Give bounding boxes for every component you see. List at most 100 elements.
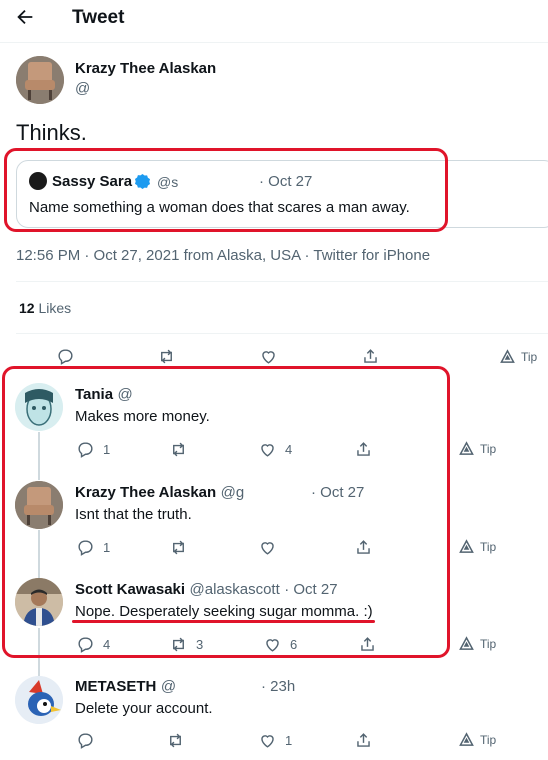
quoted-avatar	[29, 172, 47, 190]
reply-icon	[58, 349, 73, 365]
reply-text: Isnt that the truth.	[75, 506, 192, 523]
chair-photo	[16, 56, 64, 104]
tip-label: Tip	[480, 636, 497, 651]
arrow-left-icon	[17, 9, 33, 25]
share-icon	[357, 540, 370, 554]
reply-icon	[78, 637, 93, 653]
retweet-icon	[161, 349, 172, 364]
tweet-timestamp: 12:56 PM · Oct 27, 2021 from Alaska, USA…	[16, 247, 431, 264]
tip-label: Tip	[480, 539, 497, 554]
heart-icon	[261, 735, 274, 748]
reply-text: Delete your account.	[75, 700, 213, 717]
reply-count: 1	[103, 442, 111, 457]
like-button[interactable]	[258, 538, 285, 557]
quoted-author-handle: @s	[157, 174, 179, 190]
back-button[interactable]	[14, 6, 38, 30]
heart-icon	[261, 542, 274, 555]
tip-label: Tip	[521, 349, 538, 364]
tip-button[interactable]: Tip	[459, 539, 496, 554]
tip-label: Tip	[480, 441, 497, 456]
reply-date[interactable]: · 23h	[261, 678, 295, 695]
reply-button[interactable]: 1	[76, 440, 110, 459]
like-button[interactable]: 1	[258, 731, 292, 750]
quoted-text: Name something a woman does that scares …	[29, 199, 410, 216]
quoted-tweet[interactable]	[16, 160, 548, 228]
like-button[interactable]	[259, 347, 278, 366]
retweet-button[interactable]	[169, 440, 196, 459]
tip-label: Tip	[480, 732, 497, 747]
retweet-icon	[170, 733, 181, 748]
reply-icon	[78, 442, 93, 458]
reply-button[interactable]: 4	[76, 635, 110, 654]
share-icon	[361, 637, 374, 651]
share-button[interactable]	[354, 440, 373, 459]
reply-date[interactable]: · Oct 27	[284, 581, 337, 598]
like-button[interactable]: 4	[258, 440, 292, 459]
retweet-icon	[173, 442, 184, 457]
reply-date[interactable]: · Oct 27	[311, 484, 364, 501]
share-button[interactable]	[354, 731, 373, 750]
avatar[interactable]	[15, 578, 63, 626]
chair-photo	[15, 481, 63, 529]
reply-text: Makes more money.	[75, 408, 210, 425]
quoted-author-name: Sassy Sara	[52, 173, 133, 190]
retweet-icon	[173, 540, 184, 555]
likes-count: 12	[19, 300, 35, 316]
reply-header: Tania @	[75, 386, 133, 404]
quoted-date: · Oct 27	[259, 173, 313, 190]
tip-button[interactable]: Tip	[459, 441, 496, 456]
red-underline	[72, 620, 375, 623]
reply-count: 1	[103, 540, 111, 555]
tip-icon	[459, 539, 474, 553]
reply-author-name[interactable]: Krazy Thee Alaskan	[75, 484, 216, 501]
portrait-drawing	[15, 383, 63, 431]
reply-author-handle[interactable]: @g	[221, 484, 245, 501]
like-button[interactable]: 6	[263, 635, 297, 654]
reply-author-handle[interactable]: @	[118, 386, 133, 403]
reply-author-name[interactable]: Scott Kawasaki	[75, 581, 185, 598]
reply-text: Nope. Desperately seeking sugar momma. :…	[75, 603, 373, 620]
reply-author-name[interactable]: METASETH	[75, 678, 156, 695]
reply-button[interactable]	[56, 347, 75, 366]
like-count: 4	[285, 442, 293, 457]
share-button[interactable]	[354, 538, 373, 557]
tip-button[interactable]: Tip	[500, 349, 537, 364]
like-count: 1	[285, 733, 293, 748]
heart-icon	[261, 444, 274, 457]
reply-count: 4	[103, 637, 111, 652]
reply-button[interactable]: 1	[76, 538, 110, 557]
tip-button[interactable]: Tip	[459, 636, 496, 651]
author-handle[interactable]: @	[75, 80, 90, 97]
avatar[interactable]	[16, 56, 64, 104]
avatar[interactable]	[15, 481, 63, 529]
tip-icon	[459, 441, 474, 455]
retweet-button[interactable]	[157, 347, 176, 366]
reply-header: Scott Kawasaki @alaskascott · Oct 27	[75, 581, 338, 599]
reply-header: METASETH @	[75, 678, 176, 696]
tweet-text: Thinks.	[16, 120, 87, 145]
reply-header: Krazy Thee Alaskan @g	[75, 484, 244, 502]
retweet-button[interactable]	[169, 538, 196, 557]
avatar[interactable]	[15, 676, 63, 724]
verified-badge-icon	[134, 173, 151, 190]
retweet-button[interactable]: 3	[169, 635, 203, 654]
retweet-button[interactable]	[166, 731, 193, 750]
avatar[interactable]	[15, 383, 63, 431]
share-icon	[357, 442, 370, 456]
tip-icon	[459, 732, 474, 746]
tip-button[interactable]: Tip	[459, 732, 496, 747]
page-title: Tweet	[72, 7, 125, 28]
reply-button[interactable]	[76, 731, 103, 750]
cartoon-bird-avatar	[15, 676, 63, 724]
retweet-icon	[173, 637, 184, 652]
reply-author-handle[interactable]: @	[161, 678, 176, 695]
share-icon	[364, 349, 377, 363]
reply-author-handle[interactable]: @alaskascott	[190, 581, 280, 598]
reply-author-name[interactable]: Tania	[75, 386, 113, 403]
tip-icon	[500, 349, 515, 363]
share-button[interactable]	[358, 635, 377, 654]
retweet-count: 3	[196, 637, 204, 652]
share-button[interactable]	[361, 347, 380, 366]
likes-count-link[interactable]: 12 Likes	[19, 300, 71, 316]
author-name[interactable]: Krazy Thee Alaskan	[75, 60, 216, 77]
